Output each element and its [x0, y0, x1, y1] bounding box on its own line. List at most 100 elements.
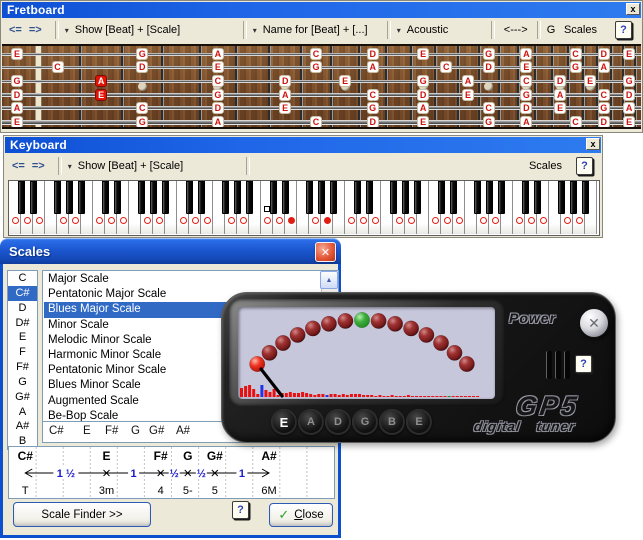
- note-chip[interactable]: D: [212, 102, 224, 114]
- note-chip[interactable]: D: [483, 61, 495, 73]
- note-chip[interactable]: D: [11, 89, 23, 101]
- black-key[interactable]: [330, 181, 337, 214]
- note-chip[interactable]: A: [462, 75, 474, 87]
- note-chip[interactable]: C: [52, 61, 64, 73]
- black-key[interactable]: [522, 181, 529, 214]
- root-note-list[interactable]: CC#DD#EFF#GG#AA#B: [7, 270, 38, 450]
- black-key[interactable]: [306, 181, 313, 214]
- note-chip[interactable]: E: [11, 48, 23, 60]
- black-key[interactable]: [354, 181, 361, 214]
- note-chip[interactable]: C: [367, 89, 379, 101]
- note-chip[interactable]: A: [520, 116, 532, 128]
- tuner-string-button[interactable]: B: [379, 409, 405, 435]
- note-chip[interactable]: A: [417, 102, 429, 114]
- note-chip[interactable]: E: [339, 75, 351, 87]
- note-chip[interactable]: D: [554, 75, 566, 87]
- note-chip[interactable]: D: [598, 48, 610, 60]
- power-icon[interactable]: ✕: [579, 308, 609, 338]
- note-chip[interactable]: G: [310, 61, 322, 73]
- note-chip[interactable]: A: [11, 102, 23, 114]
- note-chip[interactable]: A: [520, 48, 532, 60]
- black-key[interactable]: [438, 181, 445, 214]
- root-item[interactable]: G: [8, 375, 37, 390]
- note-chip[interactable]: G: [598, 102, 610, 114]
- root-item[interactable]: A: [8, 405, 37, 420]
- note-chip[interactable]: A: [623, 102, 635, 114]
- help-icon[interactable]: ?: [576, 157, 593, 175]
- note-chip[interactable]: E: [95, 89, 107, 101]
- note-chip[interactable]: A: [554, 89, 566, 101]
- black-key[interactable]: [162, 181, 169, 214]
- prev-beat-button[interactable]: <=: [9, 24, 22, 36]
- close-icon[interactable]: x: [586, 138, 600, 150]
- tuner-string-button[interactable]: E: [271, 409, 297, 435]
- note-chip[interactable]: A: [212, 116, 224, 128]
- black-key[interactable]: [570, 181, 577, 214]
- black-key[interactable]: [534, 181, 541, 214]
- piano-keyboard[interactable]: [8, 180, 600, 236]
- note-chip[interactable]: E: [417, 116, 429, 128]
- note-chip[interactable]: E: [584, 75, 596, 87]
- root-item[interactable]: C#: [8, 286, 37, 301]
- note-chip[interactable]: D: [367, 116, 379, 128]
- black-key[interactable]: [486, 181, 493, 214]
- black-key[interactable]: [138, 181, 145, 214]
- tuner-string-button[interactable]: G: [352, 409, 378, 435]
- instrument-dropdown[interactable]: ▾ Acoustic: [397, 24, 485, 36]
- black-key[interactable]: [66, 181, 73, 214]
- note-chip[interactable]: D: [520, 102, 532, 114]
- black-key[interactable]: [474, 181, 481, 214]
- black-key[interactable]: [582, 181, 589, 214]
- black-key[interactable]: [30, 181, 37, 214]
- root-item[interactable]: F#: [8, 360, 37, 375]
- note-chip[interactable]: E: [623, 48, 635, 60]
- black-key[interactable]: [282, 181, 289, 214]
- root-item[interactable]: E: [8, 330, 37, 345]
- note-chip[interactable]: E: [11, 116, 23, 128]
- note-chip[interactable]: G: [520, 89, 532, 101]
- close-icon[interactable]: ✕: [315, 242, 336, 262]
- tuner-string-button[interactable]: E: [406, 409, 432, 435]
- black-key[interactable]: [54, 181, 61, 214]
- root-item[interactable]: C: [8, 271, 37, 286]
- name-mode-dropdown[interactable]: ▾ Name for [Beat] + [...]: [253, 24, 381, 36]
- note-chip[interactable]: A: [212, 48, 224, 60]
- scale-list-item[interactable]: Major Scale: [44, 272, 321, 287]
- black-key[interactable]: [366, 181, 373, 214]
- black-key[interactable]: [270, 181, 277, 214]
- note-chip[interactable]: D: [136, 61, 148, 73]
- black-key[interactable]: [402, 181, 409, 214]
- show-mode-dropdown[interactable]: ▾ Show [Beat] + [Scale]: [68, 160, 240, 172]
- next-beat-button[interactable]: =>: [32, 160, 45, 172]
- note-chip[interactable]: D: [367, 48, 379, 60]
- black-key[interactable]: [318, 181, 325, 214]
- note-chip[interactable]: E: [462, 89, 474, 101]
- black-key[interactable]: [186, 181, 193, 214]
- note-chip[interactable]: A: [279, 89, 291, 101]
- note-chip[interactable]: G: [136, 116, 148, 128]
- note-chip[interactable]: C: [520, 75, 532, 87]
- note-chip[interactable]: G: [417, 75, 429, 87]
- black-key[interactable]: [450, 181, 457, 214]
- black-key[interactable]: [222, 181, 229, 214]
- root-item[interactable]: F: [8, 345, 37, 360]
- tuner-string-button[interactable]: D: [325, 409, 351, 435]
- note-chip[interactable]: D: [279, 75, 291, 87]
- note-chip[interactable]: E: [520, 61, 532, 73]
- note-chip[interactable]: G: [483, 116, 495, 128]
- root-item[interactable]: A#: [8, 419, 37, 434]
- black-key[interactable]: [414, 181, 421, 214]
- note-chip[interactable]: C: [212, 75, 224, 87]
- note-chip[interactable]: D: [623, 89, 635, 101]
- note-chip[interactable]: C: [310, 48, 322, 60]
- note-chip[interactable]: E: [554, 102, 566, 114]
- note-chip[interactable]: C: [570, 48, 582, 60]
- scales-button[interactable]: Scales: [529, 160, 562, 172]
- note-chip[interactable]: C: [483, 102, 495, 114]
- root-item[interactable]: G#: [8, 390, 37, 405]
- note-chip[interactable]: G: [367, 102, 379, 114]
- note-chip[interactable]: G: [570, 61, 582, 73]
- note-chip[interactable]: C: [440, 61, 452, 73]
- close-icon[interactable]: x: [626, 3, 640, 15]
- note-chip[interactable]: A: [95, 75, 107, 87]
